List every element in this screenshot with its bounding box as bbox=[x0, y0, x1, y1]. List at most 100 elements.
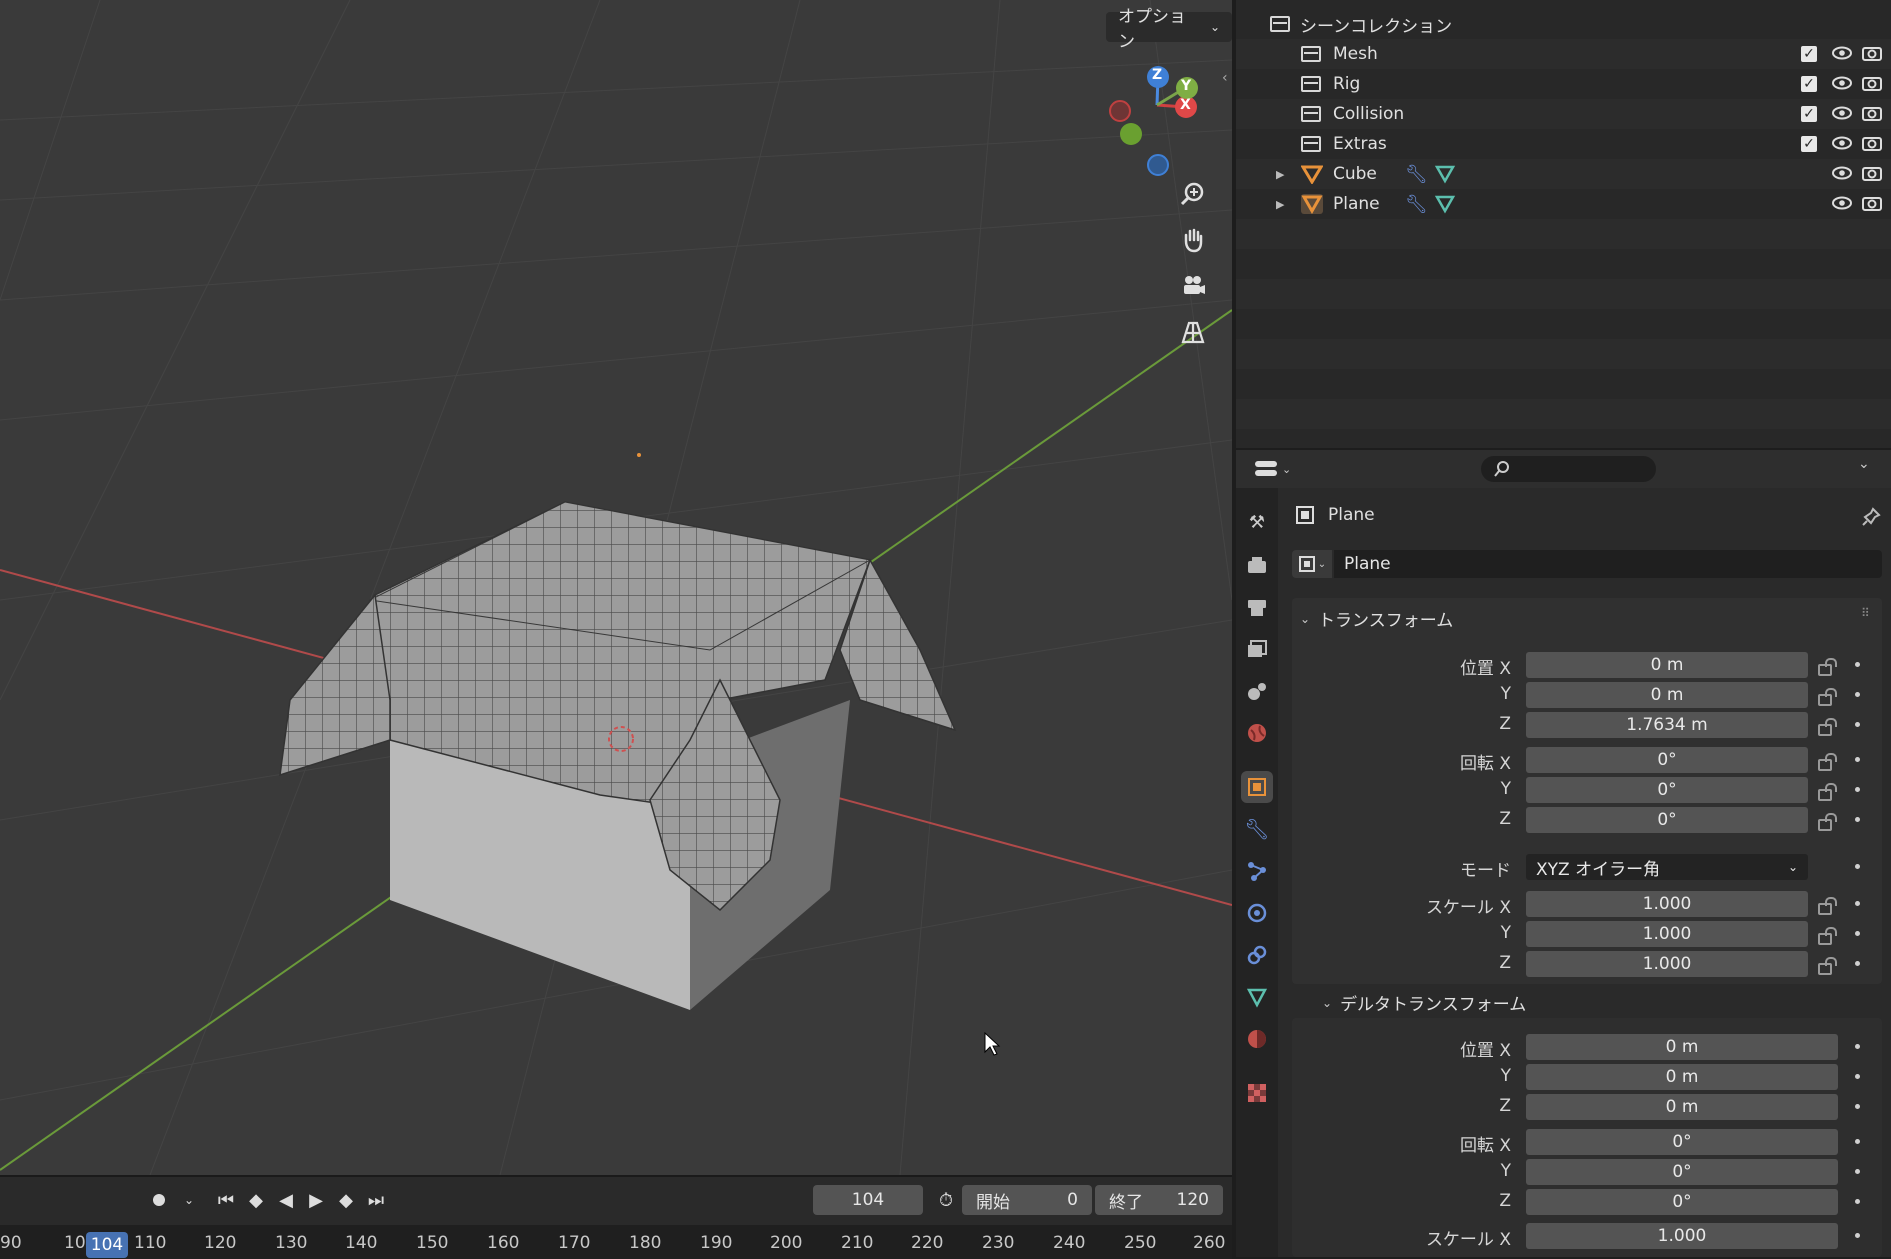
keyframe-dot-icon[interactable] bbox=[1855, 757, 1860, 762]
eye-icon[interactable] bbox=[1831, 196, 1853, 210]
keyframe-dot-icon[interactable] bbox=[1855, 787, 1860, 792]
rotation-y-field[interactable]: 0° bbox=[1526, 777, 1808, 803]
transform-panel-header[interactable]: ⌄ トランスフォーム bbox=[1300, 606, 1453, 631]
rotation-mode-select[interactable]: XYZ オイラー角 ⌄ bbox=[1526, 854, 1808, 880]
stopwatch-icon[interactable]: ⏱ bbox=[932, 1185, 960, 1215]
keyframe-dot-icon[interactable] bbox=[1855, 1104, 1860, 1109]
lock-icon[interactable] bbox=[1818, 783, 1837, 801]
exclude-checkbox[interactable]: ✓ bbox=[1801, 76, 1817, 92]
lock-icon[interactable] bbox=[1818, 813, 1837, 831]
record-options-chevron-icon[interactable]: ⌄ bbox=[175, 1185, 203, 1215]
eye-icon[interactable] bbox=[1831, 46, 1853, 60]
keyframe-dot-icon[interactable] bbox=[1855, 1169, 1860, 1174]
tab-view-layer[interactable] bbox=[1241, 633, 1273, 665]
tab-object[interactable] bbox=[1241, 771, 1273, 803]
keyframe-dot-icon[interactable] bbox=[1855, 864, 1860, 869]
eye-icon[interactable] bbox=[1831, 106, 1853, 120]
play-icon[interactable]: ▶ bbox=[302, 1185, 330, 1215]
lock-icon[interactable] bbox=[1818, 957, 1837, 975]
render-camera-icon[interactable] bbox=[1862, 165, 1882, 181]
modifier-wrench-icon[interactable]: 🔧︎ bbox=[1405, 164, 1428, 185]
eye-icon[interactable] bbox=[1831, 76, 1853, 90]
editor-type-dropdown[interactable]: ⌄ bbox=[1254, 456, 1294, 482]
chevron-down-icon[interactable]: ⌄ bbox=[1858, 456, 1870, 472]
delta-location-z-field[interactable]: 0 m bbox=[1526, 1094, 1838, 1120]
outliner-item-rig[interactable]: Rig bbox=[1236, 69, 1891, 99]
render-camera-icon[interactable] bbox=[1862, 135, 1882, 151]
play-reverse-icon[interactable]: ◀ bbox=[272, 1185, 300, 1215]
location-z-field[interactable]: 1.7634 m bbox=[1526, 712, 1808, 738]
keyframe-dot-icon[interactable] bbox=[1855, 1233, 1860, 1238]
properties-search-input[interactable] bbox=[1481, 456, 1656, 482]
object-name-input[interactable]: Plane bbox=[1334, 550, 1882, 578]
delta-scale-x-field[interactable]: 1.000 bbox=[1526, 1223, 1838, 1249]
outliner-item-extras[interactable]: Extras bbox=[1236, 129, 1891, 159]
tab-world[interactable] bbox=[1241, 717, 1273, 749]
perspective-grid-icon[interactable] bbox=[1180, 319, 1220, 359]
start-frame-field[interactable]: 開始 0 bbox=[962, 1185, 1092, 1215]
object-browse-dropdown[interactable]: ⌄ bbox=[1292, 550, 1332, 578]
tab-output[interactable] bbox=[1241, 591, 1273, 623]
delta-location-x-field[interactable]: 0 m bbox=[1526, 1034, 1838, 1060]
keyframe-dot-icon[interactable] bbox=[1855, 901, 1860, 906]
exclude-checkbox[interactable]: ✓ bbox=[1801, 136, 1817, 152]
delta-rotation-y-field[interactable]: 0° bbox=[1526, 1159, 1838, 1185]
jump-to-end-icon[interactable]: ⏭ bbox=[362, 1185, 390, 1215]
eye-icon[interactable] bbox=[1831, 166, 1853, 180]
outliner-item-plane[interactable]: ▶ Plane 🔧︎ bbox=[1236, 189, 1891, 219]
options-dropdown[interactable]: オプション ⌄ bbox=[1106, 7, 1232, 52]
location-y-field[interactable]: 0 m bbox=[1526, 682, 1808, 708]
scale-y-field[interactable]: 1.000 bbox=[1526, 921, 1808, 947]
render-camera-icon[interactable] bbox=[1862, 105, 1882, 121]
keyframe-dot-icon[interactable] bbox=[1855, 1139, 1860, 1144]
lock-icon[interactable] bbox=[1818, 897, 1837, 915]
next-keyframe-icon[interactable]: ◆ bbox=[332, 1185, 360, 1215]
expand-arrow-icon[interactable]: ▶ bbox=[1276, 198, 1301, 211]
tab-constraints[interactable] bbox=[1241, 939, 1273, 971]
tab-scene[interactable] bbox=[1241, 675, 1273, 707]
outliner-scene-collection[interactable]: シーンコレクション bbox=[1236, 9, 1891, 39]
chevron-left-icon[interactable]: ‹ bbox=[1222, 70, 1228, 86]
keyframe-dot-icon[interactable] bbox=[1855, 692, 1860, 697]
render-camera-icon[interactable] bbox=[1862, 75, 1882, 91]
tab-render[interactable] bbox=[1241, 549, 1273, 581]
current-frame-field[interactable]: 104 bbox=[813, 1185, 923, 1215]
keyframe-dot-icon[interactable] bbox=[1855, 1199, 1860, 1204]
lock-icon[interactable] bbox=[1818, 718, 1837, 736]
mesh-data-icon[interactable] bbox=[1434, 194, 1456, 214]
lock-icon[interactable] bbox=[1818, 753, 1837, 771]
tab-object-data[interactable] bbox=[1241, 981, 1273, 1013]
tab-particles[interactable] bbox=[1241, 855, 1273, 887]
record-icon[interactable] bbox=[145, 1185, 173, 1215]
tab-physics[interactable] bbox=[1241, 897, 1273, 929]
expand-arrow-icon[interactable]: ▶ bbox=[1276, 168, 1301, 181]
jump-to-start-icon[interactable]: ⏮ bbox=[212, 1185, 240, 1215]
pan-hand-icon[interactable] bbox=[1180, 227, 1220, 267]
modifier-wrench-icon[interactable]: 🔧︎ bbox=[1405, 194, 1428, 215]
keyframe-dot-icon[interactable] bbox=[1855, 817, 1860, 822]
lock-icon[interactable] bbox=[1818, 927, 1837, 945]
delta-transform-panel-header[interactable]: ⌄ デルタトランスフォーム bbox=[1322, 990, 1526, 1015]
delta-rotation-z-field[interactable]: 0° bbox=[1526, 1189, 1838, 1215]
tab-material[interactable] bbox=[1241, 1023, 1273, 1055]
tab-tool[interactable]: ⚒ bbox=[1241, 506, 1273, 538]
outliner-item-collision[interactable]: Collision bbox=[1236, 99, 1891, 129]
keyframe-dot-icon[interactable] bbox=[1855, 1044, 1860, 1049]
camera-view-icon[interactable] bbox=[1180, 273, 1220, 313]
exclude-checkbox[interactable]: ✓ bbox=[1801, 46, 1817, 62]
render-camera-icon[interactable] bbox=[1862, 45, 1882, 61]
zoom-icon[interactable] bbox=[1180, 181, 1220, 221]
scale-z-field[interactable]: 1.000 bbox=[1526, 951, 1808, 977]
location-x-field[interactable]: 0 m bbox=[1526, 652, 1808, 678]
tab-texture[interactable] bbox=[1241, 1077, 1273, 1109]
keyframe-dot-icon[interactable] bbox=[1855, 662, 1860, 667]
keyframe-dot-icon[interactable] bbox=[1855, 722, 1860, 727]
eye-icon[interactable] bbox=[1831, 136, 1853, 150]
rotation-x-field[interactable]: 0° bbox=[1526, 747, 1808, 773]
drag-handle-icon[interactable]: ⠿ bbox=[1861, 606, 1870, 620]
playhead[interactable]: 104 bbox=[86, 1232, 128, 1258]
outliner-item-mesh[interactable]: Mesh bbox=[1236, 39, 1891, 69]
exclude-checkbox[interactable]: ✓ bbox=[1801, 106, 1817, 122]
prev-keyframe-icon[interactable]: ◆ bbox=[242, 1185, 270, 1215]
frame-ruler[interactable] bbox=[0, 1225, 1232, 1259]
